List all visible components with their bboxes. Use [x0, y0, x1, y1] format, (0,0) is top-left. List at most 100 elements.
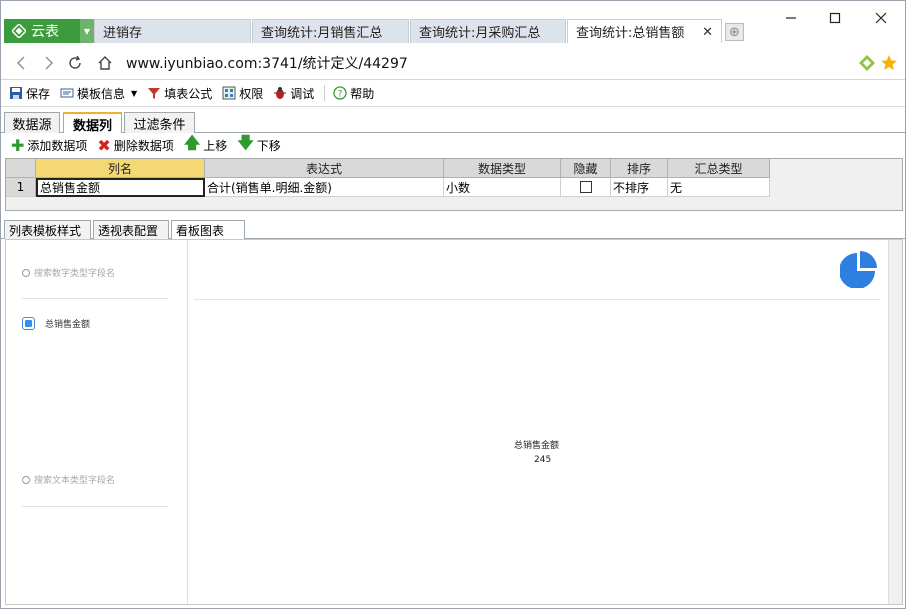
new-tab-button[interactable]: ⊕ — [725, 23, 744, 41]
minimize-icon — [786, 17, 796, 19]
delete-item-button[interactable]: ✖ 删除数据项 — [97, 136, 173, 155]
col-header-label: 表达式 — [305, 161, 342, 176]
search-placeholder: 搜索文本类型字段名 — [34, 476, 116, 486]
maximize-button[interactable] — [815, 3, 855, 33]
tab-label: 看板图表 — [176, 224, 225, 238]
tab-datasource[interactable]: 数据源 — [4, 112, 60, 134]
tab-pivot[interactable]: 透视表配置 — [93, 220, 169, 239]
search-icon — [22, 268, 30, 277]
arrow-down-icon: 🡇 — [237, 132, 254, 152]
search-icon — [22, 475, 30, 484]
address-bar: www.iyunbiao.com:3741/统计定义/44297 — [1, 46, 905, 80]
browser-tab-1[interactable]: 查询统计:月销售汇总 — [252, 19, 409, 43]
field-checkbox[interactable] — [22, 317, 35, 330]
browser-tab-2[interactable]: 查询统计:月采购汇总 — [410, 19, 566, 43]
permission-button[interactable]: 权限 — [222, 85, 263, 102]
dashboard-panel: 搜索数字类型字段名 总销售金额 搜索文本类型字段名 总销售金额 245 — [5, 239, 903, 605]
add-item-label: 添加数据项 — [27, 138, 88, 153]
funnel-formula-icon — [148, 88, 161, 99]
tab-label: 透视表配置 — [98, 223, 159, 238]
pie-chart-icon[interactable] — [840, 250, 878, 288]
template-info-button[interactable]: 模板信息 ▼ — [60, 85, 137, 102]
browser-window: 云表 ▼ 进销存 查询统计:月销售汇总 查询统计:月采购汇总 查询统计:总销售额… — [0, 0, 906, 609]
template-info-label: 模板信息 — [77, 86, 126, 101]
home-icon — [98, 56, 112, 70]
numeric-field-search[interactable]: 搜索数字类型字段名 — [22, 266, 115, 279]
move-down-button[interactable]: 🡇 下移 — [237, 132, 280, 159]
col-header-expr[interactable]: 表达式 — [205, 159, 444, 178]
vertical-scrollbar[interactable] — [888, 240, 902, 604]
browser-tab-label: 进销存 — [103, 26, 143, 41]
close-tab-icon[interactable]: ✕ — [702, 25, 713, 40]
tab-dashboard[interactable]: 看板图表 — [171, 220, 245, 240]
browser-tab-0[interactable]: 进销存 — [94, 19, 251, 43]
cell-name[interactable]: 总销售金额 — [36, 178, 205, 197]
divider — [22, 506, 168, 507]
save-button[interactable]: 保存 — [9, 85, 50, 102]
browser-tab-label: 查询统计:总销售额 — [576, 26, 685, 41]
favorite-star-icon[interactable] — [880, 54, 898, 72]
debug-button[interactable]: 调试 — [273, 85, 314, 102]
column-toolbar: ✚ 添加数据项 ✖ 删除数据项 🡅 上移 🡇 下移 — [1, 132, 905, 159]
help-button[interactable]: ? 帮助 — [333, 85, 374, 102]
fill-formula-label: 填表公式 — [164, 86, 213, 101]
template-card-icon — [60, 88, 74, 98]
tab-label: 数据列 — [72, 119, 112, 134]
minimize-button[interactable] — [771, 3, 811, 33]
search-placeholder: 搜索数字类型字段名 — [34, 269, 116, 279]
close-window-button[interactable] — [861, 3, 901, 33]
main-toolbar: 保存 模板信息 ▼ 填表公式 权限 调试 ? 帮助 — [1, 80, 905, 107]
move-down-label: 下移 — [256, 138, 281, 153]
tab-list-style[interactable]: 列表模板样式 — [4, 220, 91, 239]
numeric-field-item[interactable]: 总销售金额 — [22, 317, 90, 330]
cell-expression[interactable]: 合计(销售单.明细.金额) — [205, 178, 444, 197]
forward-button[interactable] — [39, 53, 59, 73]
delete-item-label: 删除数据项 — [113, 138, 174, 153]
view-tabs: 列表模板样式 透视表配置 看板图表 — [1, 219, 905, 240]
app-dropdown-arrow-icon[interactable]: ▼ — [80, 19, 94, 43]
tab-datacolumns[interactable]: 数据列 — [63, 112, 122, 135]
home-button[interactable] — [95, 53, 115, 73]
cell-hidden[interactable] — [561, 178, 611, 197]
data-columns-grid: 列名 表达式 数据类型 隐藏 排序 汇总类型 1 总销售金额 合计(销售单.明细… — [5, 158, 903, 211]
app-menu-button[interactable]: 云表 — [4, 19, 80, 43]
field-label: 总销售金额 — [45, 320, 91, 330]
refresh-button[interactable] — [65, 53, 85, 73]
col-header-hidden[interactable]: 隐藏 — [561, 159, 611, 178]
close-icon — [875, 12, 887, 24]
save-icon — [10, 87, 22, 99]
col-header-label: 隐藏 — [573, 161, 598, 176]
tab-label: 过滤条件 — [133, 118, 186, 133]
app-name: 云表 — [31, 24, 59, 40]
browser-tab-label: 查询统计:月采购汇总 — [419, 26, 541, 41]
cell-agg[interactable]: 无 — [668, 178, 770, 197]
divider — [22, 298, 168, 299]
help-circle-icon: ? — [333, 86, 347, 100]
text-field-search[interactable]: 搜索文本类型字段名 — [22, 473, 115, 486]
hidden-checkbox[interactable] — [579, 181, 592, 193]
col-header-dtype[interactable]: 数据类型 — [444, 159, 561, 178]
url-field[interactable]: www.iyunbiao.com:3741/统计定义/44297 — [126, 53, 408, 73]
col-header-label: 排序 — [626, 161, 651, 176]
col-header-sort[interactable]: 排序 — [611, 159, 668, 178]
move-up-button[interactable]: 🡅 上移 — [184, 132, 227, 159]
col-header-label: 汇总类型 — [694, 161, 743, 176]
browser-tab-3[interactable]: 查询统计:总销售额 ✕ — [567, 19, 722, 43]
extension-diamond-icon[interactable] — [858, 54, 876, 72]
chart-divider — [194, 299, 880, 300]
add-item-button[interactable]: ✚ 添加数据项 — [11, 136, 87, 155]
back-button[interactable] — [11, 53, 31, 73]
cell-sort[interactable]: 不排序 — [611, 178, 668, 197]
fill-formula-button[interactable]: 填表公式 — [147, 85, 212, 102]
permission-grid-icon — [222, 86, 236, 100]
chevron-left-icon — [17, 56, 25, 70]
move-up-label: 上移 — [203, 138, 228, 153]
col-header-agg[interactable]: 汇总类型 — [668, 159, 770, 178]
permission-label: 权限 — [239, 86, 264, 101]
cell-dtype[interactable]: 小数 — [444, 178, 561, 197]
tab-label: 数据源 — [12, 118, 52, 133]
help-label: 帮助 — [350, 86, 375, 101]
tab-label: 列表模板样式 — [9, 223, 82, 238]
config-tabs: 数据源 数据列 过滤条件 — [1, 110, 905, 135]
col-header-name[interactable]: 列名 — [36, 159, 205, 178]
